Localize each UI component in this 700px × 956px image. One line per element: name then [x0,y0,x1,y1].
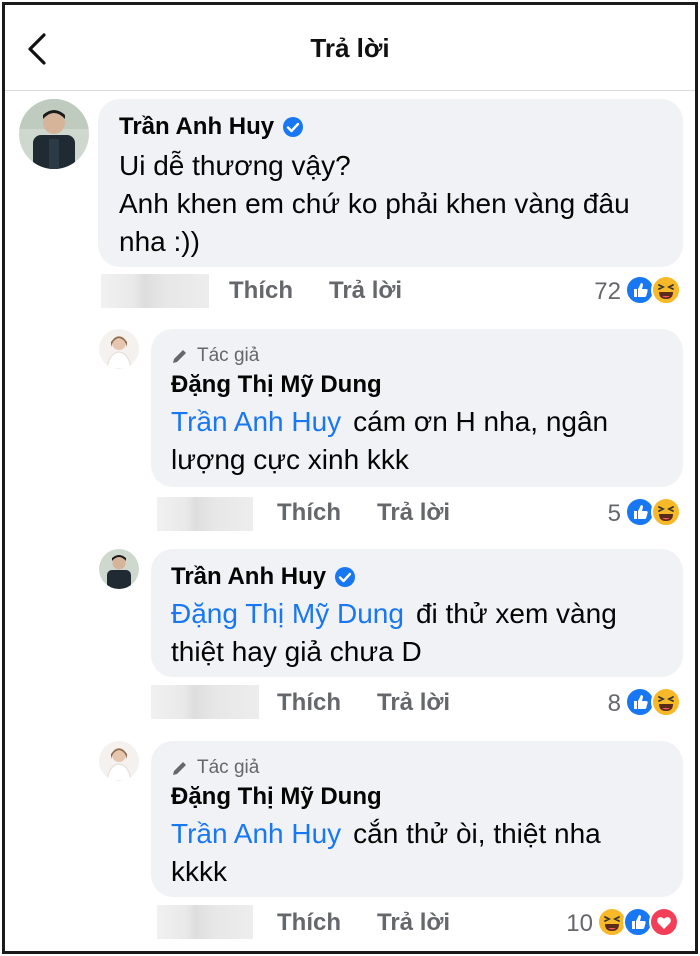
reply-line: cám ơn H nha, ngân [353,406,609,437]
reply-button[interactable]: Trả lời [329,277,402,305]
author-badge-label: Tác giả [197,757,260,778]
blurred-timestamp [157,497,253,531]
reply-author[interactable]: Đặng Thị Mỹ Dung [171,371,382,399]
blurred-timestamp [101,274,209,308]
avatar-tran-anh-huy[interactable] [99,549,139,589]
comment-line: nha :)) [119,226,200,257]
reply-button[interactable]: Trả lời [377,689,450,717]
reply-line: đi thử xem vàng [415,598,617,629]
reply-line: lượng cực xinh kkk [171,444,409,475]
like-button[interactable]: Thích [277,499,341,527]
reply-text: Trần Anh Huy cắn thử òi, thiệt nha kkkk [171,815,671,891]
haha-icon [651,275,681,305]
blurred-timestamp [157,905,253,939]
reply-text: Đặng Thị Mỹ Dung đi thử xem vàng thiệt ha… [171,595,671,671]
mention-link[interactable]: Đặng Thị Mỹ Dung [171,598,404,629]
comment-author[interactable]: Trần Anh Huy [119,113,304,141]
reaction-count[interactable]: 5 [585,500,621,528]
blurred-timestamp [151,685,259,719]
reply-author[interactable]: Trần Anh Huy [171,563,356,591]
reaction-count[interactable]: 10 [553,910,593,938]
reply-text: Trần Anh Huy cám ơn H nha, ngân lượng cực… [171,403,671,479]
reply-author[interactable]: Đặng Thị Mỹ Dung [171,783,382,811]
haha-icon [651,497,681,527]
author-name[interactable]: Trần Anh Huy [171,563,326,591]
reaction-count[interactable]: 8 [585,690,621,718]
top-bar: Trả lời [5,5,695,91]
screen-frame: Trả lời Trần Anh Huy Ui dễ thương vậy? A… [2,2,698,954]
reply-line: kkkk [171,856,227,887]
reaction-icons[interactable] [625,275,681,305]
reaction-icons[interactable] [625,497,681,527]
like-button[interactable]: Thích [229,277,293,305]
comment-line: Ui dễ thương vậy? [119,150,351,181]
comment-line: Anh khen em chứ ko phải khen vàng đâu [119,188,630,219]
author-name[interactable]: Trần Anh Huy [119,113,274,141]
reaction-count[interactable]: 72 [565,278,621,306]
author-badge: Tác giả [171,345,259,367]
page-title: Trả lời [310,33,390,63]
reply-button[interactable]: Trả lời [377,909,450,937]
avatar-tran-anh-huy[interactable] [19,99,89,169]
reaction-icons[interactable] [625,687,681,717]
like-button[interactable]: Thích [277,909,341,937]
avatar-dang-thi-my-dung[interactable] [99,741,139,781]
like-button[interactable]: Thích [277,689,341,717]
reply-line: thiệt hay giả chưa D [171,636,422,667]
author-badge: Tác giả [171,757,259,779]
verified-badge-icon [283,117,304,137]
author-badge-label: Tác giả [197,345,260,366]
reaction-icons[interactable] [597,907,679,937]
avatar-dang-thi-my-dung[interactable] [99,329,139,369]
pencil-icon [173,762,186,775]
mention-link[interactable]: Trần Anh Huy [171,406,341,437]
verified-badge-icon [335,567,356,587]
reply-line: cắn thử òi, thiệt nha [353,818,601,849]
reply-button[interactable]: Trả lời [377,499,450,527]
love-icon [649,907,679,937]
haha-icon [651,687,681,717]
comment-text: Ui dễ thương vậy? Anh khen em chứ ko phả… [119,147,679,261]
pencil-icon [173,350,186,363]
mention-link[interactable]: Trần Anh Huy [171,818,341,849]
